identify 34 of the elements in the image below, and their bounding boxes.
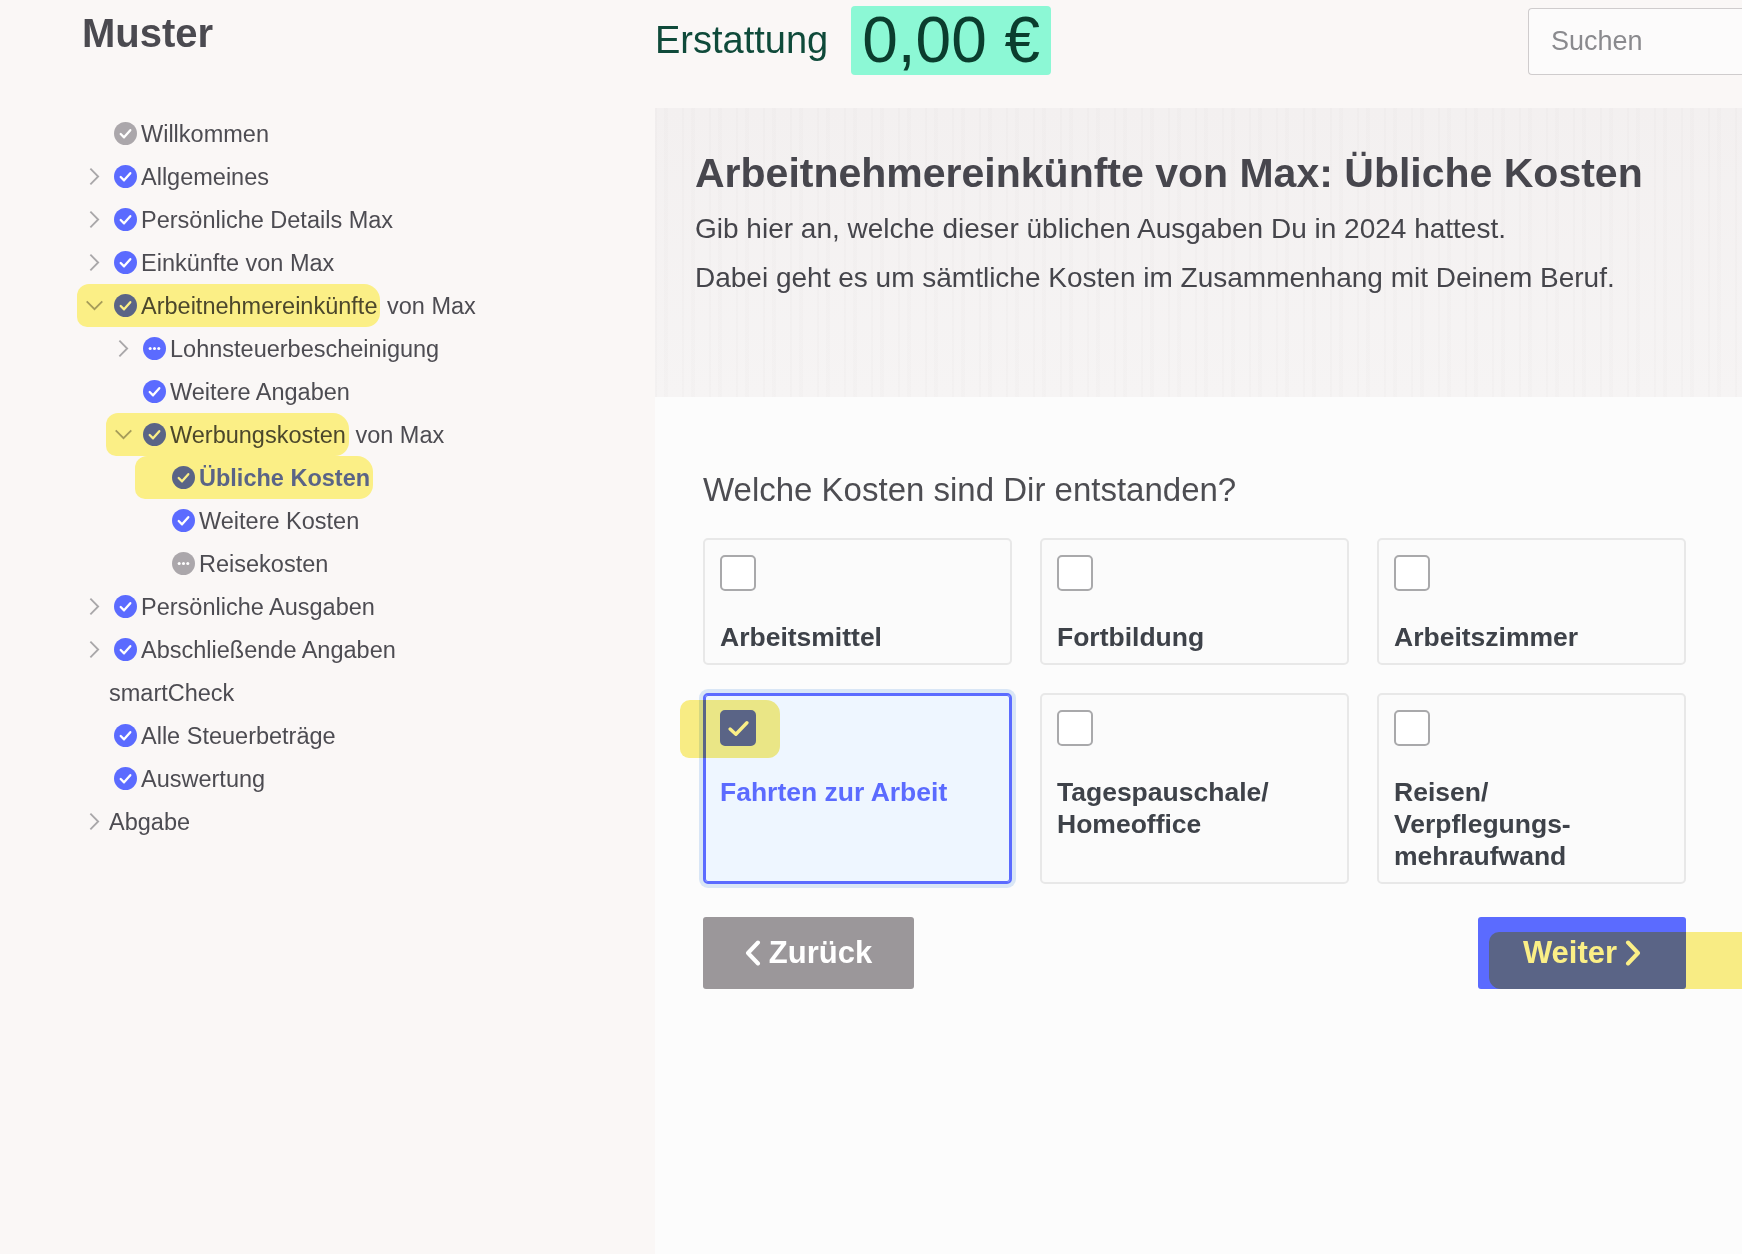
question-text: Welche Kosten sind Dir entstanden? [703, 470, 1238, 510]
intro-text: Dabei geht es um sämtliche Kosten im Zusammenhang mit Deinem Beruf. [695, 261, 1616, 295]
page-title: Arbeitnehmereinkünfte von Max: Übliche Kosten [695, 150, 1644, 196]
sidebar-link[interactable]: Alle Steuerbeträge [77, 714, 339, 757]
sidebar-link[interactable]: Weitere Angaben [106, 370, 353, 413]
search-field[interactable]: Suchen [1528, 8, 1742, 75]
option-card[interactable]: Reisen/ Verpflegungs- mehraufwand [1377, 693, 1686, 884]
sidebar-link[interactable]: Abgabe [77, 800, 194, 843]
checkbox[interactable] [720, 555, 756, 591]
sidebar-link[interactable]: Lohnsteuerbescheinigung [106, 327, 443, 370]
sidebar-link[interactable]: Willkommen [77, 112, 272, 155]
checkbox[interactable] [1057, 710, 1093, 746]
option-card[interactable]: Fortbildung [1040, 538, 1349, 665]
sidebar-link[interactable]: Abschließende Angaben [77, 628, 399, 671]
intro-text: Gib hier an, welche dieser üblichen Ausgaben Du in 2024 hattest. [695, 212, 1507, 246]
option-card[interactable]: Arbeitszimmer [1377, 538, 1686, 665]
sidebar-link[interactable]: Übliche Kosten [135, 456, 374, 499]
chevron-left-icon [744, 940, 761, 966]
checkbox[interactable] [1394, 710, 1430, 746]
brand-logo-text[interactable]: Muster [82, 10, 214, 56]
sidebar-link[interactable]: Weitere Kosten [135, 499, 363, 542]
option-card[interactable]: Tagespauschale/ Homeoffice [1040, 693, 1349, 884]
refund-label: Erstattung [655, 18, 829, 63]
sidebar-link[interactable]: Einkünfte von Max [77, 241, 338, 284]
refund-amount: 0,00 € [851, 6, 1052, 75]
sidebar-link[interactable]: smartCheck [77, 671, 238, 714]
checkbox[interactable] [1057, 555, 1093, 591]
sidebar-link[interactable]: Reisekosten [135, 542, 332, 585]
sidebar-link[interactable]: Persönliche Details Max [77, 198, 397, 241]
checkbox[interactable] [1394, 555, 1430, 591]
sidebar-link[interactable]: Persönliche Ausgaben [77, 585, 378, 628]
option-card[interactable]: Arbeitsmittel [703, 538, 1012, 665]
sidebar-link[interactable]: Allgemeines [77, 155, 272, 198]
sidebar-link[interactable]: Auswertung [77, 757, 269, 800]
